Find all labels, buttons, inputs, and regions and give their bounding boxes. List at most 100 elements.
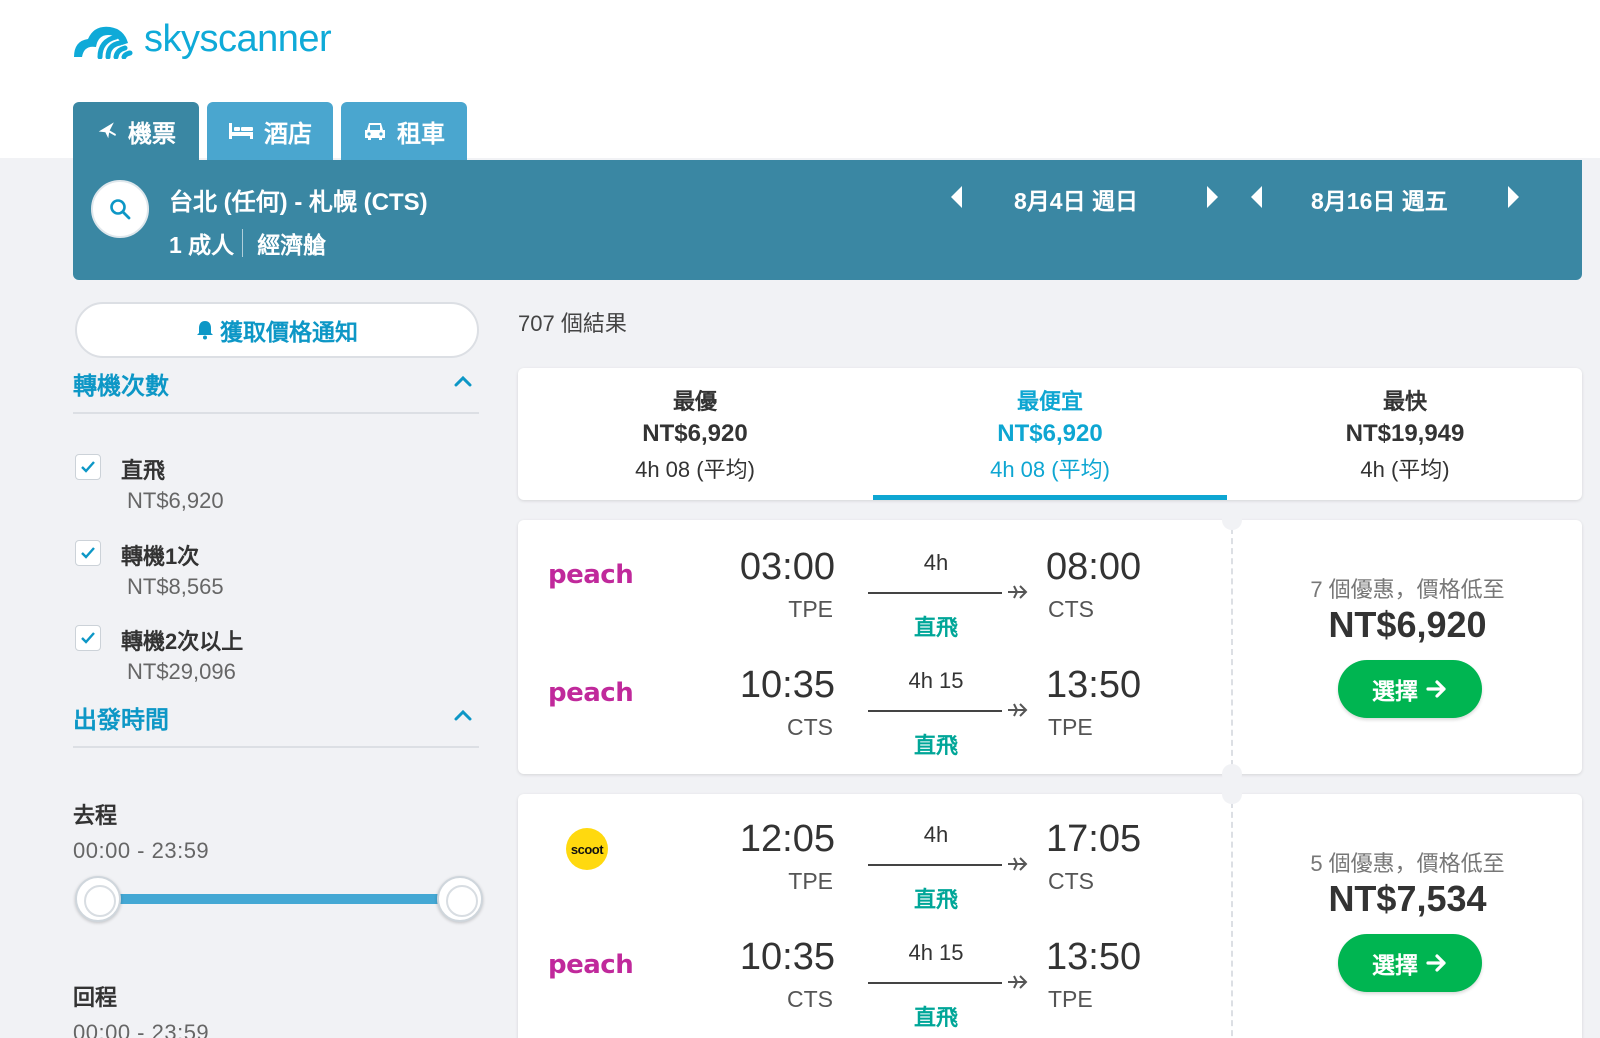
outbound-label: 去程 bbox=[73, 803, 118, 828]
result-card[interactable]: scoot 12:05 TPE 4h 直飛 17:05 CTS peach 10… bbox=[518, 784, 1582, 1038]
edit-search-button[interactable] bbox=[91, 180, 149, 238]
sort-title: 最快 bbox=[1382, 389, 1427, 414]
outbound-leg: peach 03:00 TPE 4h 直飛 08:00 CTS bbox=[518, 530, 1231, 640]
deals-count: 5 個優惠，價格低至 bbox=[1310, 851, 1505, 876]
departure-time: 12:05 bbox=[739, 818, 835, 860]
chevron-up-icon[interactable] bbox=[453, 708, 473, 722]
return-next-day-arrow-icon[interactable] bbox=[1508, 186, 1519, 208]
stops-option-price: NT$6,920 bbox=[127, 488, 224, 513]
price: NT$6,920 bbox=[1328, 604, 1487, 645]
departure-time: 10:35 bbox=[739, 936, 835, 978]
cabin-class: 經濟艙 bbox=[257, 232, 327, 258]
price: NT$7,534 bbox=[1328, 878, 1487, 919]
car-icon bbox=[365, 123, 385, 140]
departure-airport: TPE bbox=[788, 596, 833, 622]
sort-price: NT$19,949 bbox=[1345, 420, 1465, 447]
arrival-time: 08:00 bbox=[1046, 546, 1142, 588]
slider-min-handle[interactable] bbox=[75, 876, 121, 922]
arrival-time: 13:50 bbox=[1046, 664, 1142, 706]
peach-logo: peach bbox=[548, 560, 634, 590]
slider-max-handle[interactable] bbox=[437, 876, 483, 922]
select-button[interactable]: 選擇 bbox=[1338, 660, 1482, 718]
deals-count: 7 個優惠，價格低至 bbox=[1310, 577, 1505, 602]
route-line bbox=[868, 592, 1002, 594]
price-alert-button[interactable]: 獲取價格通知 bbox=[75, 302, 479, 358]
arrival-airport: CTS bbox=[1048, 868, 1094, 894]
outbound-range: 00:00 - 23:59 bbox=[73, 838, 210, 863]
departure-times-title: 出發時間 bbox=[73, 707, 169, 734]
depart-date[interactable]: 8月4日 週日 bbox=[1014, 182, 1138, 216]
stops-label: 直飛 bbox=[913, 1005, 958, 1030]
logo-wordmark: skyscanner bbox=[144, 17, 332, 60]
flight-duration: 4h bbox=[923, 550, 949, 575]
depart-prev-day-arrow-icon[interactable] bbox=[951, 186, 962, 208]
outbound-time-slider[interactable] bbox=[97, 894, 457, 904]
product-tabs: 機票 酒店 租車 bbox=[73, 102, 467, 160]
arrow-right-icon bbox=[1426, 954, 1446, 972]
price-area: 7 個優惠，價格低至 NT$6,920 選擇 bbox=[1233, 520, 1582, 774]
stops-label: 直飛 bbox=[913, 733, 958, 758]
tab-hotels-label: 酒店 bbox=[264, 120, 312, 148]
arrow-right-icon bbox=[1426, 680, 1446, 698]
sort-best-tab[interactable]: 最優 NT$6,920 4h 08 (平均) bbox=[518, 368, 872, 500]
arrival-airport: TPE bbox=[1048, 986, 1093, 1012]
outbound-leg: scoot 12:05 TPE 4h 直飛 17:05 CTS bbox=[518, 802, 1231, 912]
chevron-up-icon[interactable] bbox=[453, 374, 473, 388]
route-text[interactable]: 台北 (任何) - 札幌 (CTS) bbox=[169, 182, 428, 217]
stops-filter-title: 轉機次數 bbox=[73, 373, 169, 400]
arrival-airport: CTS bbox=[1048, 596, 1094, 622]
divider bbox=[242, 229, 244, 257]
stops-label: 直飛 bbox=[913, 615, 958, 640]
sort-options: 最優 NT$6,920 4h 08 (平均) 最便宜 NT$6,920 4h 0… bbox=[518, 368, 1582, 500]
arrival-airport: TPE bbox=[1048, 714, 1093, 740]
bed-icon bbox=[229, 123, 253, 139]
skyscanner-logo[interactable]: skyscanner bbox=[72, 14, 332, 64]
check-icon bbox=[81, 632, 95, 644]
search-summary-bar: 台北 (任何) - 札幌 (CTS) 1 成人 經濟艙 8月4日 週日 8月16… bbox=[73, 160, 1582, 280]
return-leg: peach 10:35 CTS 4h 15 直飛 13:50 TPE bbox=[518, 648, 1231, 758]
scoot-logo: scoot bbox=[566, 828, 608, 870]
results-count: 707 個結果 bbox=[518, 311, 627, 336]
plane-icon bbox=[1008, 703, 1028, 717]
select-button[interactable]: 選擇 bbox=[1338, 934, 1482, 992]
check-icon bbox=[81, 547, 95, 559]
checkbox[interactable] bbox=[75, 540, 101, 566]
tab-hotels[interactable]: 酒店 bbox=[207, 102, 333, 160]
return-leg: peach 10:35 CTS 4h 15 直飛 13:50 TPE bbox=[518, 920, 1231, 1030]
return-range: 00:00 - 23:59 bbox=[73, 1020, 210, 1038]
checkbox[interactable] bbox=[75, 625, 101, 651]
sort-cheapest-tab[interactable]: 最便宜 NT$6,920 4h 08 (平均) bbox=[873, 368, 1227, 500]
route-line bbox=[868, 864, 1002, 866]
arrival-time: 17:05 bbox=[1046, 818, 1142, 860]
depart-next-day-arrow-icon[interactable] bbox=[1207, 186, 1218, 208]
return-label: 回程 bbox=[73, 985, 118, 1010]
stops-option-price: NT$8,565 bbox=[127, 574, 224, 599]
flight-duration: 4h bbox=[923, 822, 949, 847]
tab-flights[interactable]: 機票 bbox=[73, 102, 199, 160]
sunrise-logo-icon bbox=[74, 26, 133, 59]
plane-icon bbox=[1008, 585, 1028, 599]
route-line bbox=[868, 982, 1002, 984]
stops-option-label: 轉機2次以上 bbox=[121, 629, 244, 654]
stops-option-price: NT$29,096 bbox=[127, 659, 236, 684]
plane-icon bbox=[1008, 857, 1028, 871]
return-prev-day-arrow-icon[interactable] bbox=[1251, 186, 1262, 208]
departure-airport: CTS bbox=[787, 714, 833, 740]
stops-filter-header[interactable]: 轉機次數 bbox=[73, 366, 479, 414]
search-icon bbox=[110, 199, 131, 220]
check-icon bbox=[81, 461, 95, 473]
departure-time: 03:00 bbox=[739, 546, 835, 588]
result-card[interactable]: peach 03:00 TPE 4h 直飛 08:00 CTS peach 10… bbox=[518, 510, 1582, 784]
return-date[interactable]: 8月16日 週五 bbox=[1311, 182, 1448, 216]
stops-option-label: 轉機1次 bbox=[121, 544, 200, 569]
sort-title: 最優 bbox=[672, 389, 717, 414]
passenger-cabin-summary[interactable]: 1 成人 經濟艙 bbox=[169, 226, 326, 260]
checkbox[interactable] bbox=[75, 454, 101, 480]
sort-fastest-tab[interactable]: 最快 NT$19,949 4h (平均) bbox=[1228, 368, 1582, 500]
peach-logo: peach bbox=[548, 950, 634, 980]
departure-times-filter-header[interactable]: 出發時間 bbox=[73, 700, 479, 748]
select-label: 選擇 bbox=[1372, 678, 1418, 704]
price-area: 5 個優惠，價格低至 NT$7,534 選擇 bbox=[1233, 794, 1582, 1038]
tab-car-hire[interactable]: 租車 bbox=[341, 102, 467, 160]
arrival-time: 13:50 bbox=[1046, 936, 1142, 978]
